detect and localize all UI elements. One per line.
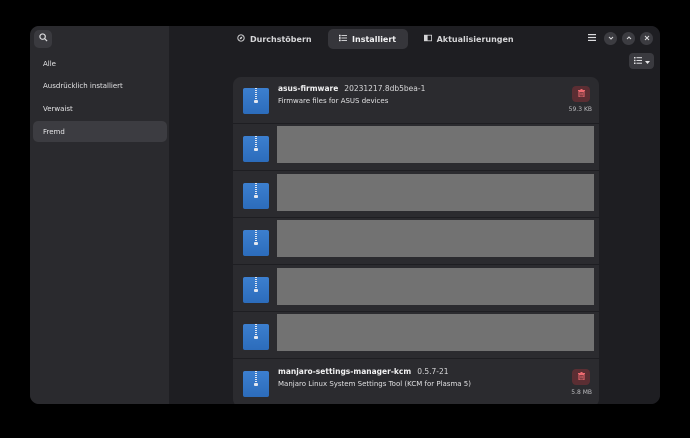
redacted-package-info xyxy=(277,126,594,163)
package-row[interactable]: asus-firmware 20231217.8db5bea-1 Firmware… xyxy=(233,77,599,124)
redacted-package-info xyxy=(277,174,594,211)
remove-package-button[interactable] xyxy=(572,369,590,385)
package-row[interactable] xyxy=(233,265,599,312)
sidebar-item-explicitly-installed[interactable]: Ausdrücklich installiert xyxy=(33,76,167,97)
package-row[interactable] xyxy=(233,124,599,171)
package-size: 59.3 KB xyxy=(568,106,592,113)
search-icon xyxy=(38,33,48,45)
tab-updates[interactable]: Aktualisierungen xyxy=(418,29,520,49)
package-name-text: manjaro-settings-manager-kcm xyxy=(278,367,412,376)
tab-label: Aktualisierungen xyxy=(436,34,514,44)
package-archive-icon xyxy=(243,88,269,114)
sidebar-item-label: Ausdrücklich installiert xyxy=(43,82,123,91)
package-description: Firmware files for ASUS devices xyxy=(278,97,389,105)
redacted-package-info xyxy=(277,268,594,305)
list-view-icon xyxy=(633,56,642,66)
tab-browse[interactable]: Durchstöbern xyxy=(231,29,318,49)
sidebar-item-alle[interactable]: Alle xyxy=(33,53,167,74)
package-archive-icon xyxy=(243,136,269,162)
package-archive-icon xyxy=(243,230,269,256)
view-tabs: Durchstöbern Installiert Aktualisierunge… xyxy=(231,29,520,49)
installed-package-list: asus-firmware 20231217.8db5bea-1 Firmware… xyxy=(233,77,599,404)
package-name-text: asus-firmware xyxy=(278,84,339,93)
package-row[interactable] xyxy=(233,218,599,265)
sidebar-item-foreign[interactable]: Fremd xyxy=(33,121,167,143)
redacted-package-info xyxy=(277,220,594,257)
close-icon xyxy=(644,34,650,43)
package-version: 0.5.7-21 xyxy=(417,367,449,376)
sidebar-item-label: Fremd xyxy=(43,127,65,136)
trash-icon xyxy=(577,372,585,382)
list-icon xyxy=(339,34,348,44)
minimize-button[interactable] xyxy=(604,32,617,45)
package-description: Manjaro Linux System Settings Tool (KCM … xyxy=(278,380,471,388)
software-manager-window: Alle Ausdrücklich installiert Verwaist F… xyxy=(30,26,660,404)
package-size: 5.8 MB xyxy=(571,389,592,396)
update-icon xyxy=(423,34,432,44)
tab-label: Durchstöbern xyxy=(250,34,312,44)
package-archive-icon xyxy=(243,371,269,397)
package-row[interactable]: manjaro-settings-manager-kcm 0.5.7-21 Man… xyxy=(233,359,599,404)
package-row[interactable] xyxy=(233,171,599,218)
sidebar-item-label: Verwaist xyxy=(43,104,73,113)
sidebar: Alle Ausdrücklich installiert Verwaist F… xyxy=(30,26,169,404)
main-menu-button[interactable] xyxy=(585,32,598,45)
remove-package-button[interactable] xyxy=(572,86,590,102)
maximize-button[interactable] xyxy=(622,32,635,45)
sidebar-filter-list: Alle Ausdrücklich installiert Verwaist F… xyxy=(33,53,167,144)
package-archive-icon xyxy=(243,277,269,303)
explore-icon xyxy=(237,34,245,44)
redacted-package-info xyxy=(277,314,594,351)
package-version: 20231217.8db5bea-1 xyxy=(344,84,426,93)
minimize-icon xyxy=(608,34,614,43)
tab-installed[interactable]: Installiert xyxy=(327,29,408,49)
trash-icon xyxy=(577,89,585,99)
sidebar-item-orphaned[interactable]: Verwaist xyxy=(33,98,167,119)
package-archive-icon xyxy=(243,183,269,209)
maximize-icon xyxy=(626,34,632,43)
search-button[interactable] xyxy=(34,30,52,48)
sidebar-item-label: Alle xyxy=(43,59,56,68)
package-archive-icon xyxy=(243,324,269,350)
close-button[interactable] xyxy=(640,32,653,45)
hamburger-menu-icon xyxy=(587,33,596,44)
view-mode-dropdown[interactable] xyxy=(629,53,654,69)
package-name: manjaro-settings-manager-kcm 0.5.7-21 xyxy=(278,367,449,376)
chevron-down-icon xyxy=(644,57,650,66)
main-content: Durchstöbern Installiert Aktualisierunge… xyxy=(169,26,660,404)
tab-label: Installiert xyxy=(352,34,397,44)
package-row[interactable] xyxy=(233,312,599,359)
package-name: asus-firmware 20231217.8db5bea-1 xyxy=(278,84,425,93)
